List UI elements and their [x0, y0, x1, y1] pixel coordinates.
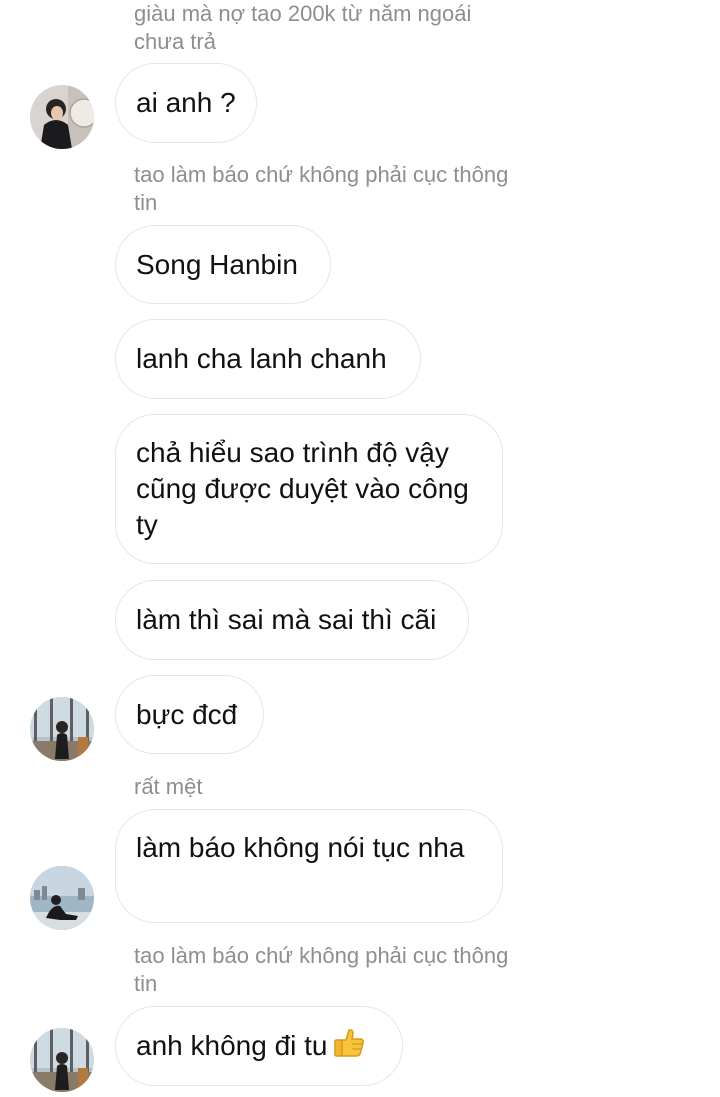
reply-reference-text: giàu mà nợ tao 200k từ năm ngoái chưa tr… [134, 1, 472, 54]
message-text: ai anh ? [136, 87, 236, 118]
sender-avatar[interactable] [30, 866, 94, 930]
sender-avatar[interactable] [30, 697, 94, 761]
message-bubble[interactable]: Song Hanbin [115, 225, 331, 304]
message-text: làm thì sai mà sai thì cãi [136, 604, 437, 635]
sender-avatar[interactable] [30, 1028, 94, 1092]
message-text: lanh cha lanh chanh [136, 343, 387, 374]
message-text: anh không đi tu [136, 1030, 328, 1061]
avatar-photo [30, 85, 94, 149]
message-bubble[interactable]: lanh cha lanh chanh [115, 319, 421, 399]
message-bubble[interactable]: bực đcđ [115, 675, 264, 754]
message-bubble[interactable]: làm thì sai mà sai thì cãi [115, 580, 469, 660]
avatar-photo [30, 1028, 94, 1092]
avatar-photo [30, 697, 94, 761]
reply-reference-text: tao làm báo chứ không phải cục thông tin [134, 943, 509, 996]
message-bubble[interactable]: làm báo không nói tục nha [115, 809, 503, 923]
sender-avatar[interactable] [30, 85, 94, 149]
message-bubble[interactable]: ai anh ? [115, 63, 257, 143]
reply-reference-text: rất mệt [134, 774, 203, 799]
message-text: chả hiểu sao trình độ vậy cũng được duyệ… [136, 437, 469, 540]
avatar-photo [30, 866, 94, 930]
message-bubble[interactable]: chả hiểu sao trình độ vậy cũng được duyệ… [115, 414, 503, 564]
message-text: bực đcđ [136, 698, 238, 730]
message-text: làm báo không nói tục nha [136, 832, 465, 863]
reply-reference-text: tao làm báo chứ không phải cục thông tin [134, 162, 509, 215]
message-text: Song Hanbin [136, 248, 298, 280]
message-bubble[interactable]: anh không đi tu [115, 1006, 403, 1086]
thumbs-up-icon [332, 1025, 366, 1068]
